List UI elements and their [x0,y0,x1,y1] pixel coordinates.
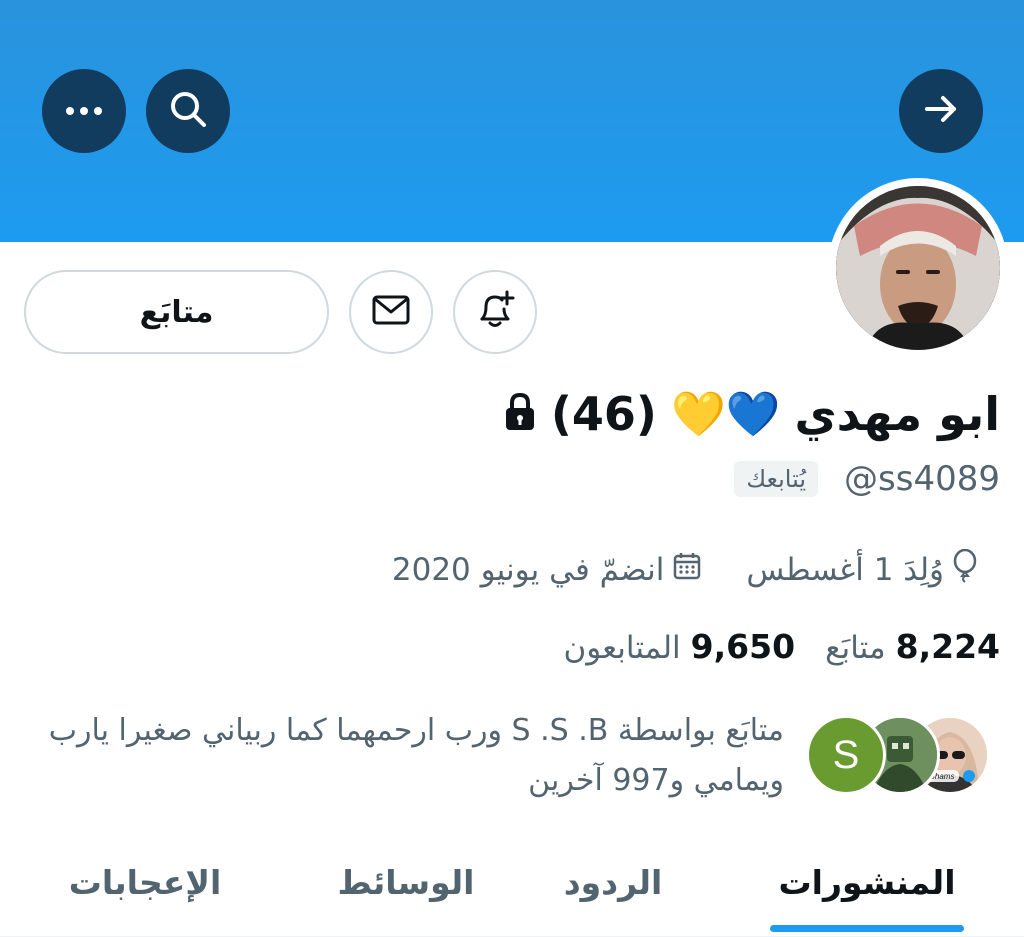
tab-replies[interactable]: الردود [540,830,686,934]
followers-label: المتابعون [563,629,681,666]
lock-icon [503,392,537,436]
balloon-icon [952,548,978,591]
tab-likes-label: الإعجابات [68,862,222,902]
profile-name-row: (46) 💛💙 ابو مهدي [503,382,1000,446]
tab-replies-label: الردود [563,862,663,902]
bell-plus-icon [474,289,516,335]
joined-date-text: انضمّ في يونيو 2020 [391,552,665,588]
tab-media[interactable]: الوسائط [326,830,486,934]
tab-media-label: الوسائط [337,862,475,902]
follows-you-badge: يُتابعك [734,461,819,497]
search-button[interactable] [146,69,230,153]
birthday: وُلِدَ 1 أغسطس [746,548,978,591]
more-button[interactable] [42,69,126,153]
tab-likes[interactable]: الإعجابات [50,830,240,934]
profile-emojis: 💛💙 [670,389,781,440]
profile-handle: @ss4089 [844,459,1000,499]
active-tab-indicator [770,925,964,932]
following-button[interactable]: متابَع [24,270,329,354]
birthday-text: وُلِدَ 1 أغسطس [746,552,944,588]
followed-by-text[interactable]: متابَع بواسطة S .S .B ورب ارحمهما كما رب… [34,706,784,806]
follower-avatar-3: S [806,715,886,795]
follow-stats: المتابعون 9,650 متابَع 8,224 [564,624,1000,668]
profile-count: (46) [550,387,657,441]
follower-avatar-letter: S [832,732,860,777]
profile-meta: انضمّ في يونيو 2020 وُلِدَ 1 أغسطس [392,548,978,592]
joined-date: انضمّ في يونيو 2020 [392,551,703,589]
profile-display-name: ابو مهدي [794,387,1000,441]
following-stat[interactable]: متابَع 8,224 [825,627,1000,666]
envelope-icon [371,294,411,330]
tab-posts[interactable]: المنشورات [770,830,964,934]
search-icon [167,88,209,134]
more-horizontal-icon [64,102,104,121]
following-button-label: متابَع [139,294,214,330]
followers-stat[interactable]: المتابعون 9,650 [564,627,796,666]
profile-tabs: المنشورات الردود الوسائط الإعجابات [0,830,1024,937]
back-button[interactable] [899,69,983,153]
following-count: 8,224 [895,626,1000,666]
calendar-icon [672,551,702,589]
arrow-right-icon [921,89,961,133]
notifications-button[interactable] [453,270,537,354]
avatar[interactable] [836,186,1000,350]
following-label: متابَع [825,629,886,666]
handle-row: يُتابعك @ss4089 [734,456,1000,502]
message-button[interactable] [349,270,433,354]
tab-posts-label: المنشورات [778,862,956,902]
followers-count: 9,650 [690,626,796,666]
